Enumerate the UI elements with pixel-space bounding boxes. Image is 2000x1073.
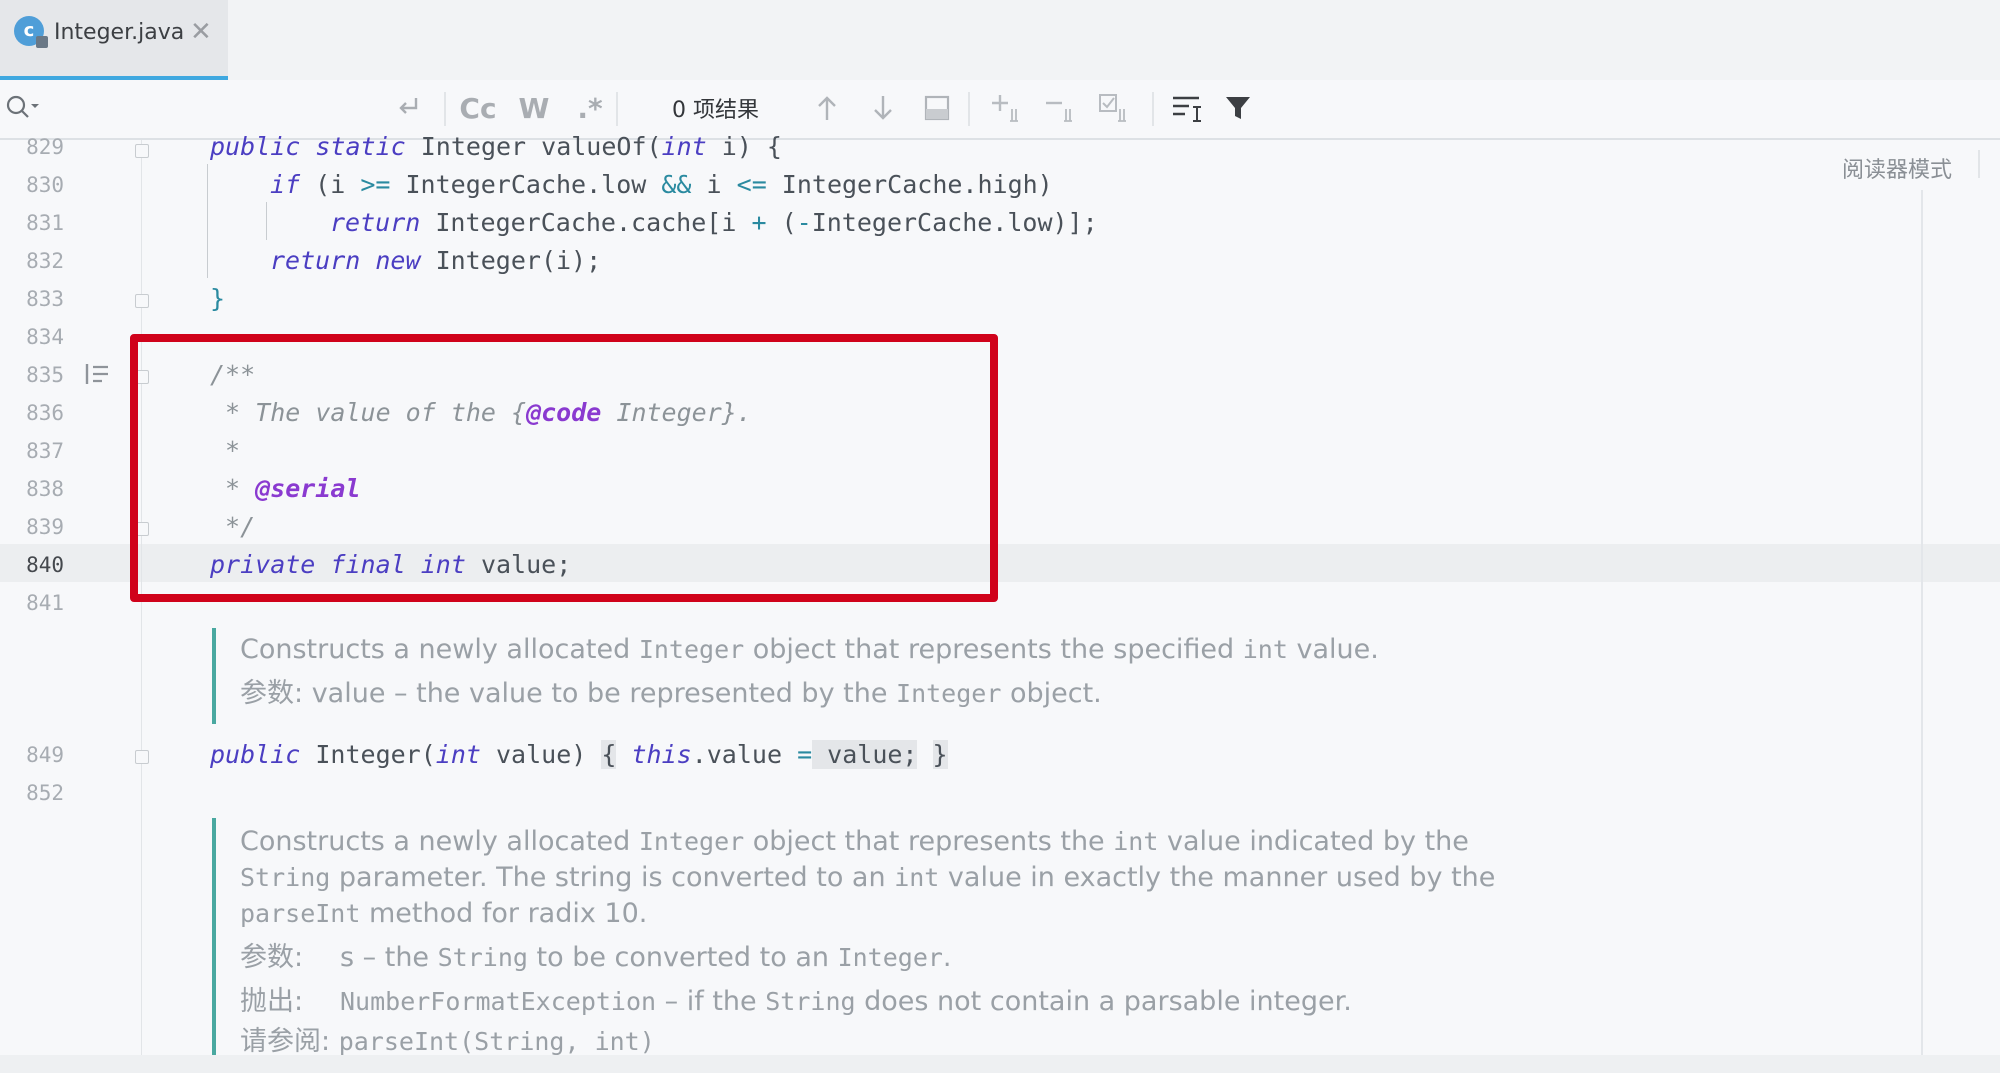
line-number: 830	[26, 173, 64, 197]
line-number: 835	[26, 363, 64, 387]
select-all-occurrences-icon[interactable]	[920, 90, 954, 126]
line-number: 829	[26, 135, 64, 159]
reader-mode-button[interactable]: 阅读器模式	[1842, 152, 1952, 184]
toggle-rendered-view-icon[interactable]	[84, 362, 110, 386]
java-class-icon: c	[14, 16, 48, 48]
line-number: 839	[26, 515, 64, 539]
doc-description: String parameter. The string is converte…	[240, 862, 1496, 893]
close-icon[interactable]: ✕	[190, 17, 212, 47]
search-result-count: 0 项结果	[672, 98, 759, 123]
doc-param: 参数: value – the value to be represented …	[240, 678, 1102, 709]
arrow-up-icon[interactable]	[810, 90, 844, 126]
code-line: public static Integer valueOf(int i) {	[210, 132, 782, 161]
line-number: 841	[26, 591, 64, 615]
line-number: 837	[26, 439, 64, 463]
annotation-highlight-box	[130, 334, 998, 602]
tab-label: Integer.java	[54, 20, 185, 45]
fold-icon[interactable]	[135, 750, 149, 764]
doc-description: Constructs a newly allocated Integer obj…	[240, 634, 1379, 665]
line-number: 831	[26, 211, 64, 235]
doc-description: Constructs a newly allocated Integer obj…	[240, 826, 1469, 857]
whole-word-button[interactable]: W	[514, 90, 554, 126]
select-all-icon[interactable]	[1096, 90, 1136, 126]
right-margin-guide	[1921, 190, 1923, 1055]
toolbar-separator	[1152, 92, 1154, 126]
tab-integer-java[interactable]: c Integer.java ✕	[0, 0, 228, 80]
code-line: return new Integer(i);	[270, 246, 602, 275]
rendered-javadoc: Constructs a newly allocated Integer obj…	[212, 628, 1379, 724]
indent-guide	[207, 164, 208, 278]
horizontal-scrollbar[interactable]	[0, 1055, 2000, 1073]
search-options-icon[interactable]	[2, 90, 42, 126]
doc-throws: 抛出: NumberFormatException – if the String…	[240, 986, 1352, 1017]
line-number: 838	[26, 477, 64, 501]
rendered-javadoc: Constructs a newly allocated Integer obj…	[212, 818, 1495, 1055]
doc-description: parseInt method for radix 10.	[240, 898, 648, 929]
indent-guide	[266, 202, 267, 240]
line-number: 836	[26, 401, 64, 425]
line-number: 833	[26, 287, 64, 311]
toolbar-separator	[616, 92, 618, 126]
search-input[interactable]	[48, 90, 388, 126]
regex-button[interactable]: .*	[570, 90, 610, 126]
filter-icon[interactable]	[1220, 90, 1256, 126]
arrow-down-icon[interactable]	[866, 90, 900, 126]
line-number: 849	[26, 743, 64, 767]
match-case-button[interactable]: Cc	[458, 90, 498, 126]
add-occurrence-icon[interactable]	[988, 90, 1028, 126]
doc-param: 参数: s – the String to be converted to an …	[240, 942, 952, 973]
line-number: 852	[26, 781, 64, 805]
code-line: if (i >= IntegerCache.low && i <= Intege…	[270, 170, 1053, 199]
remove-occurrence-icon[interactable]	[1042, 90, 1082, 126]
line-number: 840	[26, 553, 64, 577]
fold-icon[interactable]	[135, 144, 149, 158]
toolbar-separator	[1978, 150, 1980, 178]
new-line-icon[interactable]	[392, 90, 428, 126]
line-number: 834	[26, 325, 64, 349]
doc-see-also: 请参阅: parseInt(String, int)	[240, 1026, 655, 1055]
toolbar-separator	[968, 92, 970, 126]
code-line: return IntegerCache.cache[i + (-IntegerC…	[330, 208, 1098, 237]
tab-bar: c Integer.java ✕	[0, 0, 2000, 80]
code-line: public Integer(int value) { this.value =…	[210, 740, 948, 769]
code-line: }	[210, 284, 226, 313]
line-number: 832	[26, 249, 64, 273]
toolbar-separator	[444, 92, 446, 126]
fold-icon[interactable]	[135, 294, 149, 308]
search-settings-icon[interactable]	[1168, 90, 1208, 126]
